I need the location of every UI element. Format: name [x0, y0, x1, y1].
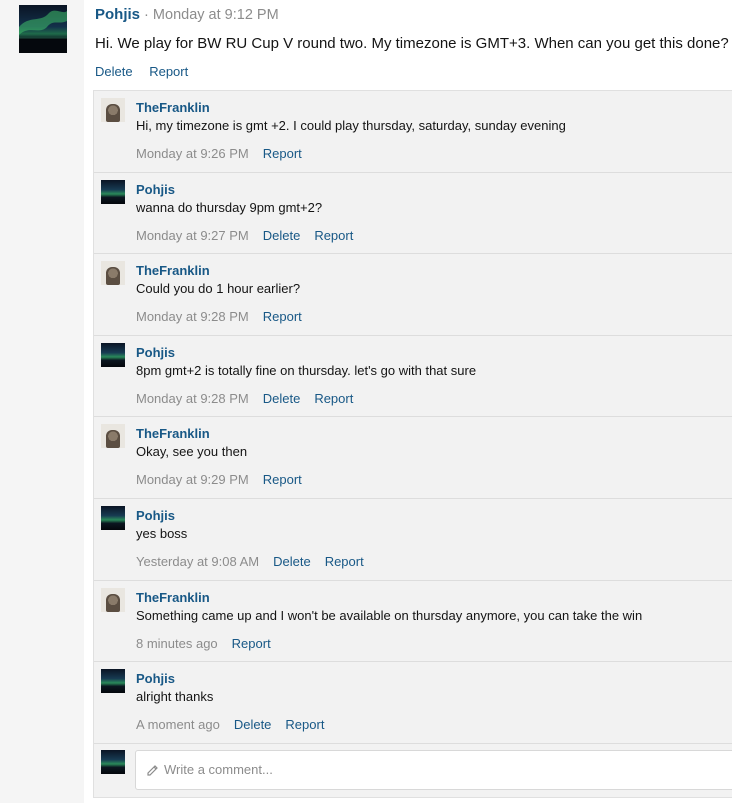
- comment-time[interactable]: Yesterday at 9:08 AM: [136, 554, 259, 569]
- comment-delete-link[interactable]: Delete: [263, 228, 301, 243]
- comment-text: Okay, see you then: [136, 444, 248, 459]
- comment-author-avatar[interactable]: [101, 506, 125, 530]
- comment-report-link[interactable]: Report: [314, 391, 353, 406]
- post-report-link[interactable]: Report: [149, 64, 188, 79]
- cat-image: [106, 594, 120, 612]
- comment-text: yes boss: [136, 526, 188, 541]
- comment-author[interactable]: TheFranklin: [136, 263, 210, 278]
- comment-item: Pohjis alright thanks A moment ago Delete Re…: [94, 662, 732, 744]
- comment-time[interactable]: Monday at 9:29 PM: [136, 472, 249, 487]
- comment-meta: A moment ago Delete Report: [136, 717, 338, 732]
- left-gutter: [0, 0, 84, 803]
- comment-author[interactable]: Pohjis: [136, 508, 175, 523]
- comment-author[interactable]: TheFranklin: [136, 426, 210, 441]
- comment-meta: Yesterday at 9:08 AM Delete Report: [136, 554, 378, 569]
- comment-time[interactable]: Monday at 9:26 PM: [136, 146, 249, 161]
- comment-item: TheFranklin Could you do 1 hour earlier? M…: [94, 254, 732, 336]
- comment-author-avatar[interactable]: [101, 424, 125, 448]
- pencil-icon: [147, 765, 158, 776]
- comment-time[interactable]: Monday at 9:27 PM: [136, 228, 249, 243]
- comment-meta: Monday at 9:29 PM Report: [136, 472, 316, 487]
- post-header: Pohjis · Monday at 9:12 PM: [95, 6, 279, 23]
- comment-item: Pohjis 8pm gmt+2 is totally fine on thurs…: [94, 336, 732, 417]
- comment-time[interactable]: 8 minutes ago: [136, 636, 218, 651]
- comment-report-link[interactable]: Report: [232, 636, 271, 651]
- comment-author-avatar[interactable]: [101, 588, 125, 612]
- post-author-avatar[interactable]: [19, 5, 67, 53]
- comment-report-link[interactable]: Report: [314, 228, 353, 243]
- cat-image: [106, 104, 120, 122]
- comment-meta: Monday at 9:28 PM Report: [136, 309, 316, 324]
- current-user-avatar: [101, 750, 125, 774]
- comment-input[interactable]: Write a comment...: [135, 750, 732, 790]
- post-actions: Delete Report: [95, 64, 201, 79]
- aurora-image: [19, 10, 67, 53]
- comment-delete-link[interactable]: Delete: [234, 717, 272, 732]
- separator: ·: [144, 7, 149, 23]
- comment-author[interactable]: Pohjis: [136, 182, 175, 197]
- comment-text: Could you do 1 hour earlier?: [136, 281, 301, 296]
- post-time[interactable]: Monday at 9:12 PM: [153, 7, 279, 23]
- post-body: Hi. We play for BW RU Cup V round two. M…: [95, 35, 729, 52]
- comment-author-avatar[interactable]: [101, 98, 125, 122]
- comment-meta: Monday at 9:26 PM Report: [136, 146, 316, 161]
- comment-item: TheFranklin Okay, see you then Monday at 9…: [94, 417, 732, 499]
- comment-time[interactable]: A moment ago: [136, 717, 220, 732]
- comment-text: alright thanks: [136, 689, 214, 704]
- comment-author-avatar[interactable]: [101, 343, 125, 367]
- comment-report-link[interactable]: Report: [263, 309, 302, 324]
- comment-item: Pohjis wanna do thursday 9pm gmt+2? Monday…: [94, 173, 732, 254]
- comment-text: Something came up and I won't be availab…: [136, 608, 643, 623]
- comments-panel: TheFranklin Hi, my timezone is gmt +2. I …: [93, 90, 732, 798]
- comment-item: Pohjis yes boss Yesterday at 9:08 AM Delete…: [94, 499, 732, 581]
- cat-image: [106, 267, 120, 285]
- comment-author[interactable]: Pohjis: [136, 671, 175, 686]
- comment-meta: 8 minutes ago Report: [136, 636, 285, 651]
- comment-author[interactable]: Pohjis: [136, 345, 175, 360]
- comment-time[interactable]: Monday at 9:28 PM: [136, 391, 249, 406]
- comment-meta: Monday at 9:27 PM Delete Report: [136, 228, 367, 243]
- comment-time[interactable]: Monday at 9:28 PM: [136, 309, 249, 324]
- comment-meta: Monday at 9:28 PM Delete Report: [136, 391, 367, 406]
- comment-author[interactable]: TheFranklin: [136, 100, 210, 115]
- post-delete-link[interactable]: Delete: [95, 64, 133, 79]
- comment-input-placeholder: Write a comment...: [164, 762, 273, 777]
- comment-report-link[interactable]: Report: [325, 554, 364, 569]
- comment-item: TheFranklin Something came up and I won't…: [94, 581, 732, 662]
- comment-author[interactable]: TheFranklin: [136, 590, 210, 605]
- comment-author-avatar[interactable]: [101, 180, 125, 204]
- comment-author-avatar[interactable]: [101, 669, 125, 693]
- comment-report-link[interactable]: Report: [263, 472, 302, 487]
- comment-text: 8pm gmt+2 is totally fine on thursday. l…: [136, 363, 477, 378]
- post-author[interactable]: Pohjis: [95, 6, 140, 23]
- cat-image: [106, 430, 120, 448]
- comment-author-avatar[interactable]: [101, 261, 125, 285]
- comment-text: Hi, my timezone is gmt +2. I could play …: [136, 118, 566, 133]
- comment-item: TheFranklin Hi, my timezone is gmt +2. I …: [94, 91, 732, 173]
- comment-delete-link[interactable]: Delete: [273, 554, 311, 569]
- comment-delete-link[interactable]: Delete: [263, 391, 301, 406]
- comment-text: wanna do thursday 9pm gmt+2?: [136, 200, 323, 215]
- comment-report-link[interactable]: Report: [263, 146, 302, 161]
- comment-report-link[interactable]: Report: [285, 717, 324, 732]
